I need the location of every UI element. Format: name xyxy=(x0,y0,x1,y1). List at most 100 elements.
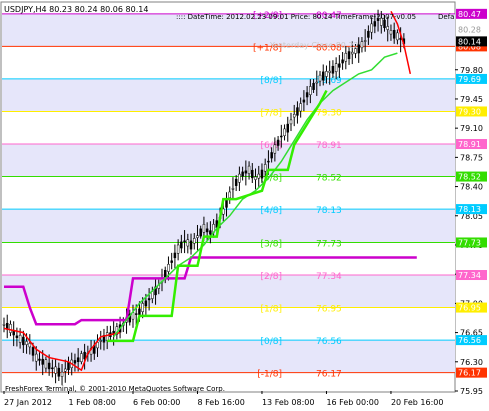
candle-body xyxy=(325,71,328,77)
candle-body xyxy=(173,252,177,259)
murrey-level-value: 77.73 xyxy=(316,239,342,249)
y-level-box-label: 76.17 xyxy=(458,369,481,378)
murrey-level-value: 77.34 xyxy=(316,272,342,282)
murrey-level-value: 79.30 xyxy=(316,108,342,118)
candle-body xyxy=(105,332,109,342)
chart: [+2/8] 80.47[+1/8] 80.08[8/8] 79.69[7/8] 79.… xyxy=(0,0,489,411)
candle-body xyxy=(286,123,290,133)
candle-body xyxy=(244,170,248,174)
y-level-box-label: 79.30 xyxy=(458,107,481,116)
murrey-level-value: 76.95 xyxy=(316,305,342,315)
candle-body xyxy=(193,238,196,244)
candle-body xyxy=(247,165,251,174)
candle-body xyxy=(141,303,144,312)
candle-body xyxy=(309,86,312,95)
y-level-box-label: 77.34 xyxy=(458,271,481,280)
candle-body xyxy=(47,362,51,370)
y-tick-label: 78.40 xyxy=(460,183,483,192)
murrey-level-label: [4/8] xyxy=(260,206,282,216)
candle-body xyxy=(202,224,206,233)
candle-body xyxy=(64,368,67,372)
candle-body xyxy=(263,164,267,172)
y-tick-label: 75.95 xyxy=(460,387,483,396)
candle-body xyxy=(328,70,331,73)
x-tick-label: 1 Feb 08:00 xyxy=(68,398,115,407)
candle-body xyxy=(321,71,325,81)
y-level-box-label: 79.69 xyxy=(458,75,481,84)
murrey-level-label: [-1/8] xyxy=(257,370,282,380)
candle-body xyxy=(386,26,389,30)
candle-body xyxy=(60,371,64,377)
candle-body xyxy=(254,176,257,180)
candle-body xyxy=(289,119,293,125)
candle-body xyxy=(241,171,244,177)
candle-body xyxy=(73,360,77,364)
y-price-box-label: 80.28 xyxy=(458,26,481,35)
candle-body xyxy=(186,239,190,247)
candle-body xyxy=(370,23,373,33)
candle-body xyxy=(57,367,61,377)
candle-body xyxy=(138,308,141,315)
header-symbol-quote: USDJPY,H4 80.23 80.24 80.06 80.14 xyxy=(4,5,148,14)
candle-body xyxy=(2,323,6,326)
candle-body xyxy=(344,53,348,62)
candle-body xyxy=(18,334,22,343)
candle-body xyxy=(44,359,48,369)
level-band xyxy=(2,46,455,79)
level-band xyxy=(2,275,455,308)
x-tick-label: 13 Feb 08:00 xyxy=(262,398,314,407)
candle-body xyxy=(15,335,19,338)
candle-body xyxy=(147,298,151,301)
y-level-box-label: 80.47 xyxy=(458,10,481,19)
y-level-box-label: 78.13 xyxy=(458,205,481,214)
candle-body xyxy=(315,81,319,84)
level-band xyxy=(2,209,455,243)
candle-body xyxy=(238,173,241,183)
yesterday-close-watermark: Yesterday Close 80.22 xyxy=(269,41,359,50)
candle-body xyxy=(176,244,180,254)
candle-body xyxy=(25,341,28,345)
y-tick-label: 79.10 xyxy=(460,124,483,133)
candle-body xyxy=(331,65,335,74)
candle-body xyxy=(347,51,351,60)
candle-body xyxy=(392,30,396,39)
candle-body xyxy=(360,41,364,49)
candle-body xyxy=(167,264,170,272)
candle-body xyxy=(373,21,377,27)
candle-body xyxy=(305,92,309,98)
candle-body xyxy=(170,260,173,263)
candle-body xyxy=(54,366,57,374)
candle-body xyxy=(251,169,254,179)
murrey-level-value: 78.91 xyxy=(316,141,342,151)
candle-body xyxy=(67,361,70,370)
murrey-level-label: [8/8] xyxy=(260,76,282,86)
candle-body xyxy=(273,144,277,154)
candle-body xyxy=(334,63,338,72)
candle-body xyxy=(270,152,273,159)
x-tick-label: 20 Feb 16:00 xyxy=(391,398,443,407)
candle-body xyxy=(280,135,283,138)
level-band xyxy=(2,78,455,112)
footer-copyright: FreshForex Terminal, © 2001-2010 MetaQuo… xyxy=(5,385,225,393)
candle-body xyxy=(383,19,386,29)
header-corner: Defa xyxy=(438,13,454,21)
candle-body xyxy=(22,336,25,346)
y-tick-label: 78.75 xyxy=(460,153,483,162)
x-tick-label: 16 Feb 00:00 xyxy=(326,398,378,407)
candle-body xyxy=(367,30,370,38)
x-tick-label: 6 Feb 00:00 xyxy=(133,398,180,407)
x-tick-label: 27 Jan 2012 xyxy=(4,398,52,407)
candle-body xyxy=(196,235,199,238)
level-band xyxy=(2,144,455,177)
candle-body xyxy=(363,40,367,42)
header-info: :::: DateTime: 2012.02.23 09:01 Price: 8… xyxy=(176,13,416,21)
level-band xyxy=(2,111,455,145)
candle-body xyxy=(38,358,41,361)
murrey-level-value: 76.17 xyxy=(316,370,342,380)
candle-body xyxy=(318,74,322,82)
y-tick-label: 79.45 xyxy=(460,95,483,104)
candle-body xyxy=(205,228,209,233)
candle-body xyxy=(283,128,286,137)
murrey-level-label: [0/8] xyxy=(260,337,282,347)
y-level-box-label: 76.95 xyxy=(458,304,481,313)
